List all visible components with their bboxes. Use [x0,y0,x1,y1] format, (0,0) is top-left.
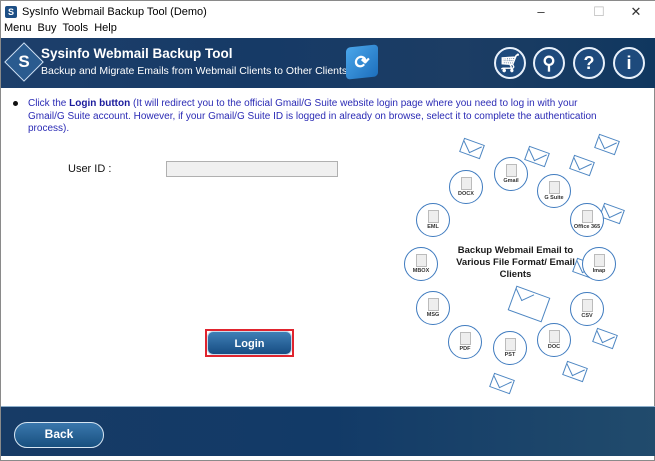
menu-menu[interactable]: Menu [4,22,32,38]
mbox-icon: MBOX [404,247,438,281]
pst-icon: PST [493,331,527,365]
instruction-text: Click the Login button (It will redirect… [11,98,611,136]
envelope-icon [459,137,485,160]
gmail-icon: Gmail [494,157,528,191]
app-subtitle: Backup and Migrate Emails from Webmail C… [41,65,348,77]
window-title: SysInfo Webmail Backup Tool (Demo) [22,5,207,18]
user-id-input[interactable] [166,161,338,177]
envelope-icon [562,360,588,383]
gsuite-icon: G Suite [537,174,571,208]
imap-icon: Imap [582,247,616,281]
user-id-label: User ID : [68,163,112,175]
app-icon: S [5,5,17,18]
login-button[interactable]: Login [207,331,292,355]
envelope-icon [569,154,595,177]
menu-tools[interactable]: Tools [63,22,89,38]
header-banner: S Sysinfo Webmail Backup Tool Backup and… [1,38,655,88]
msg-icon: MSG [416,291,450,325]
pdf-icon: PDF [448,325,482,359]
envelope-icon [489,372,515,395]
login-highlight: Login [205,329,294,357]
maximize-button[interactable]: ☐ [579,1,619,22]
eml-icon: EML [416,203,450,237]
key-icon[interactable]: ⚲ [533,47,565,79]
info-icon[interactable]: i [613,47,645,79]
formats-illustration: Gmail G Suite Office 365 Imap CSV DOC PS… [396,131,646,401]
title-bar: S SysInfo Webmail Backup Tool (Demo) – ☐… [1,1,655,22]
envelope-icon [594,133,620,156]
doc-icon: DOC [537,323,571,357]
menu-help[interactable]: Help [94,22,117,38]
docx-icon: DOCX [449,170,483,204]
logo-icon: S [4,42,44,82]
envelope-icon [507,285,551,323]
csv-icon: CSV [570,292,604,326]
bullet [13,101,18,106]
office365-icon: Office 365 [570,203,604,237]
cart-icon[interactable]: 🛒︎ [494,47,526,79]
back-button[interactable]: Back [14,422,104,448]
footer-bar: Back [1,406,655,456]
app-title: Sysinfo Webmail Backup Tool [41,46,233,61]
close-button[interactable]: ✕ [616,1,655,22]
envelope-icon [524,145,550,168]
illustration-caption: Backup Webmail Email to Various File For… [456,245,575,280]
minimize-button[interactable]: – [521,1,561,22]
menu-buy[interactable]: Buy [38,22,57,38]
envelope-icon [592,327,618,350]
help-icon[interactable]: ? [573,47,605,79]
sync-icon: ⟳ [346,44,378,80]
menu-bar: Menu Buy Tools Help [1,22,655,38]
